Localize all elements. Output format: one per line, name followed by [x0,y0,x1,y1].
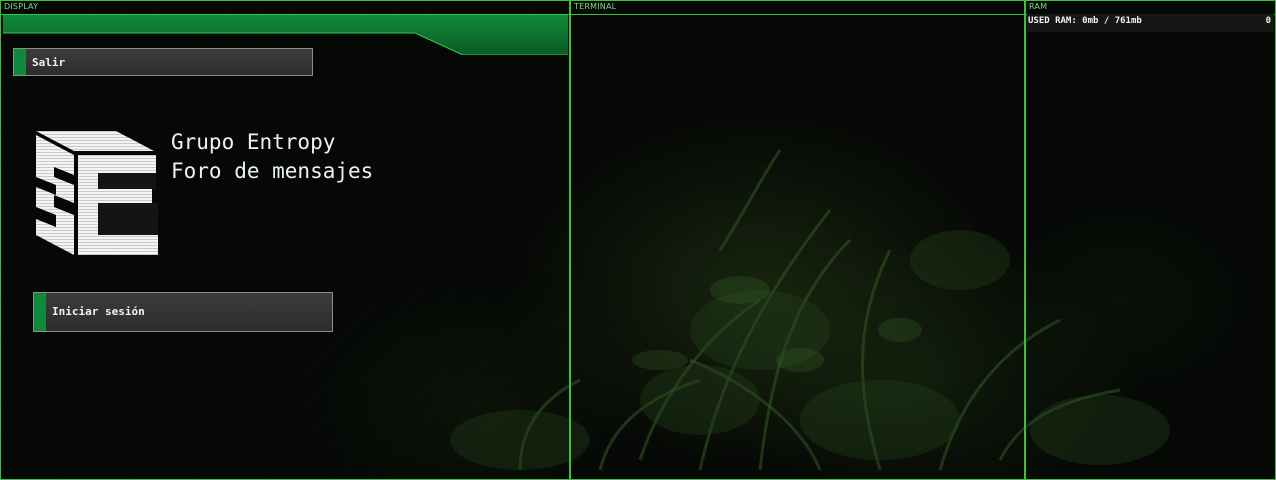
logout-button-label: Salir [32,56,66,69]
screen: DISPLAY Salir Grupo Entropy Foro de mens… [0,0,1276,480]
logout-button-accent [14,49,26,75]
display-panel: DISPLAY Salir Grupo Entropy Foro de mens… [0,0,571,480]
ram-panel: RAM USED RAM: 0mb / 761mb 0 [1025,0,1276,480]
login-button-label: Iniciar sesión [52,305,145,318]
forum-title-line1: Grupo Entropy [171,130,336,154]
logout-button[interactable]: Salir [13,48,313,76]
ram-panel-title: RAM [1029,2,1048,11]
terminal-panel-title: TERMINAL [574,2,617,11]
terminal-title-line [571,14,1024,15]
display-panel-title: DISPLAY [4,2,39,11]
ram-count: 0 [1265,16,1271,26]
forum-title-line2: Foro de mensajes [171,159,374,183]
terminal-panel[interactable]: TERMINAL [570,0,1025,480]
grupo-entropy-logo [36,131,158,255]
login-button-accent [34,293,46,331]
ram-used-label: USED RAM: 0mb / 761mb [1028,16,1142,26]
login-button[interactable]: Iniciar sesión [33,292,333,332]
